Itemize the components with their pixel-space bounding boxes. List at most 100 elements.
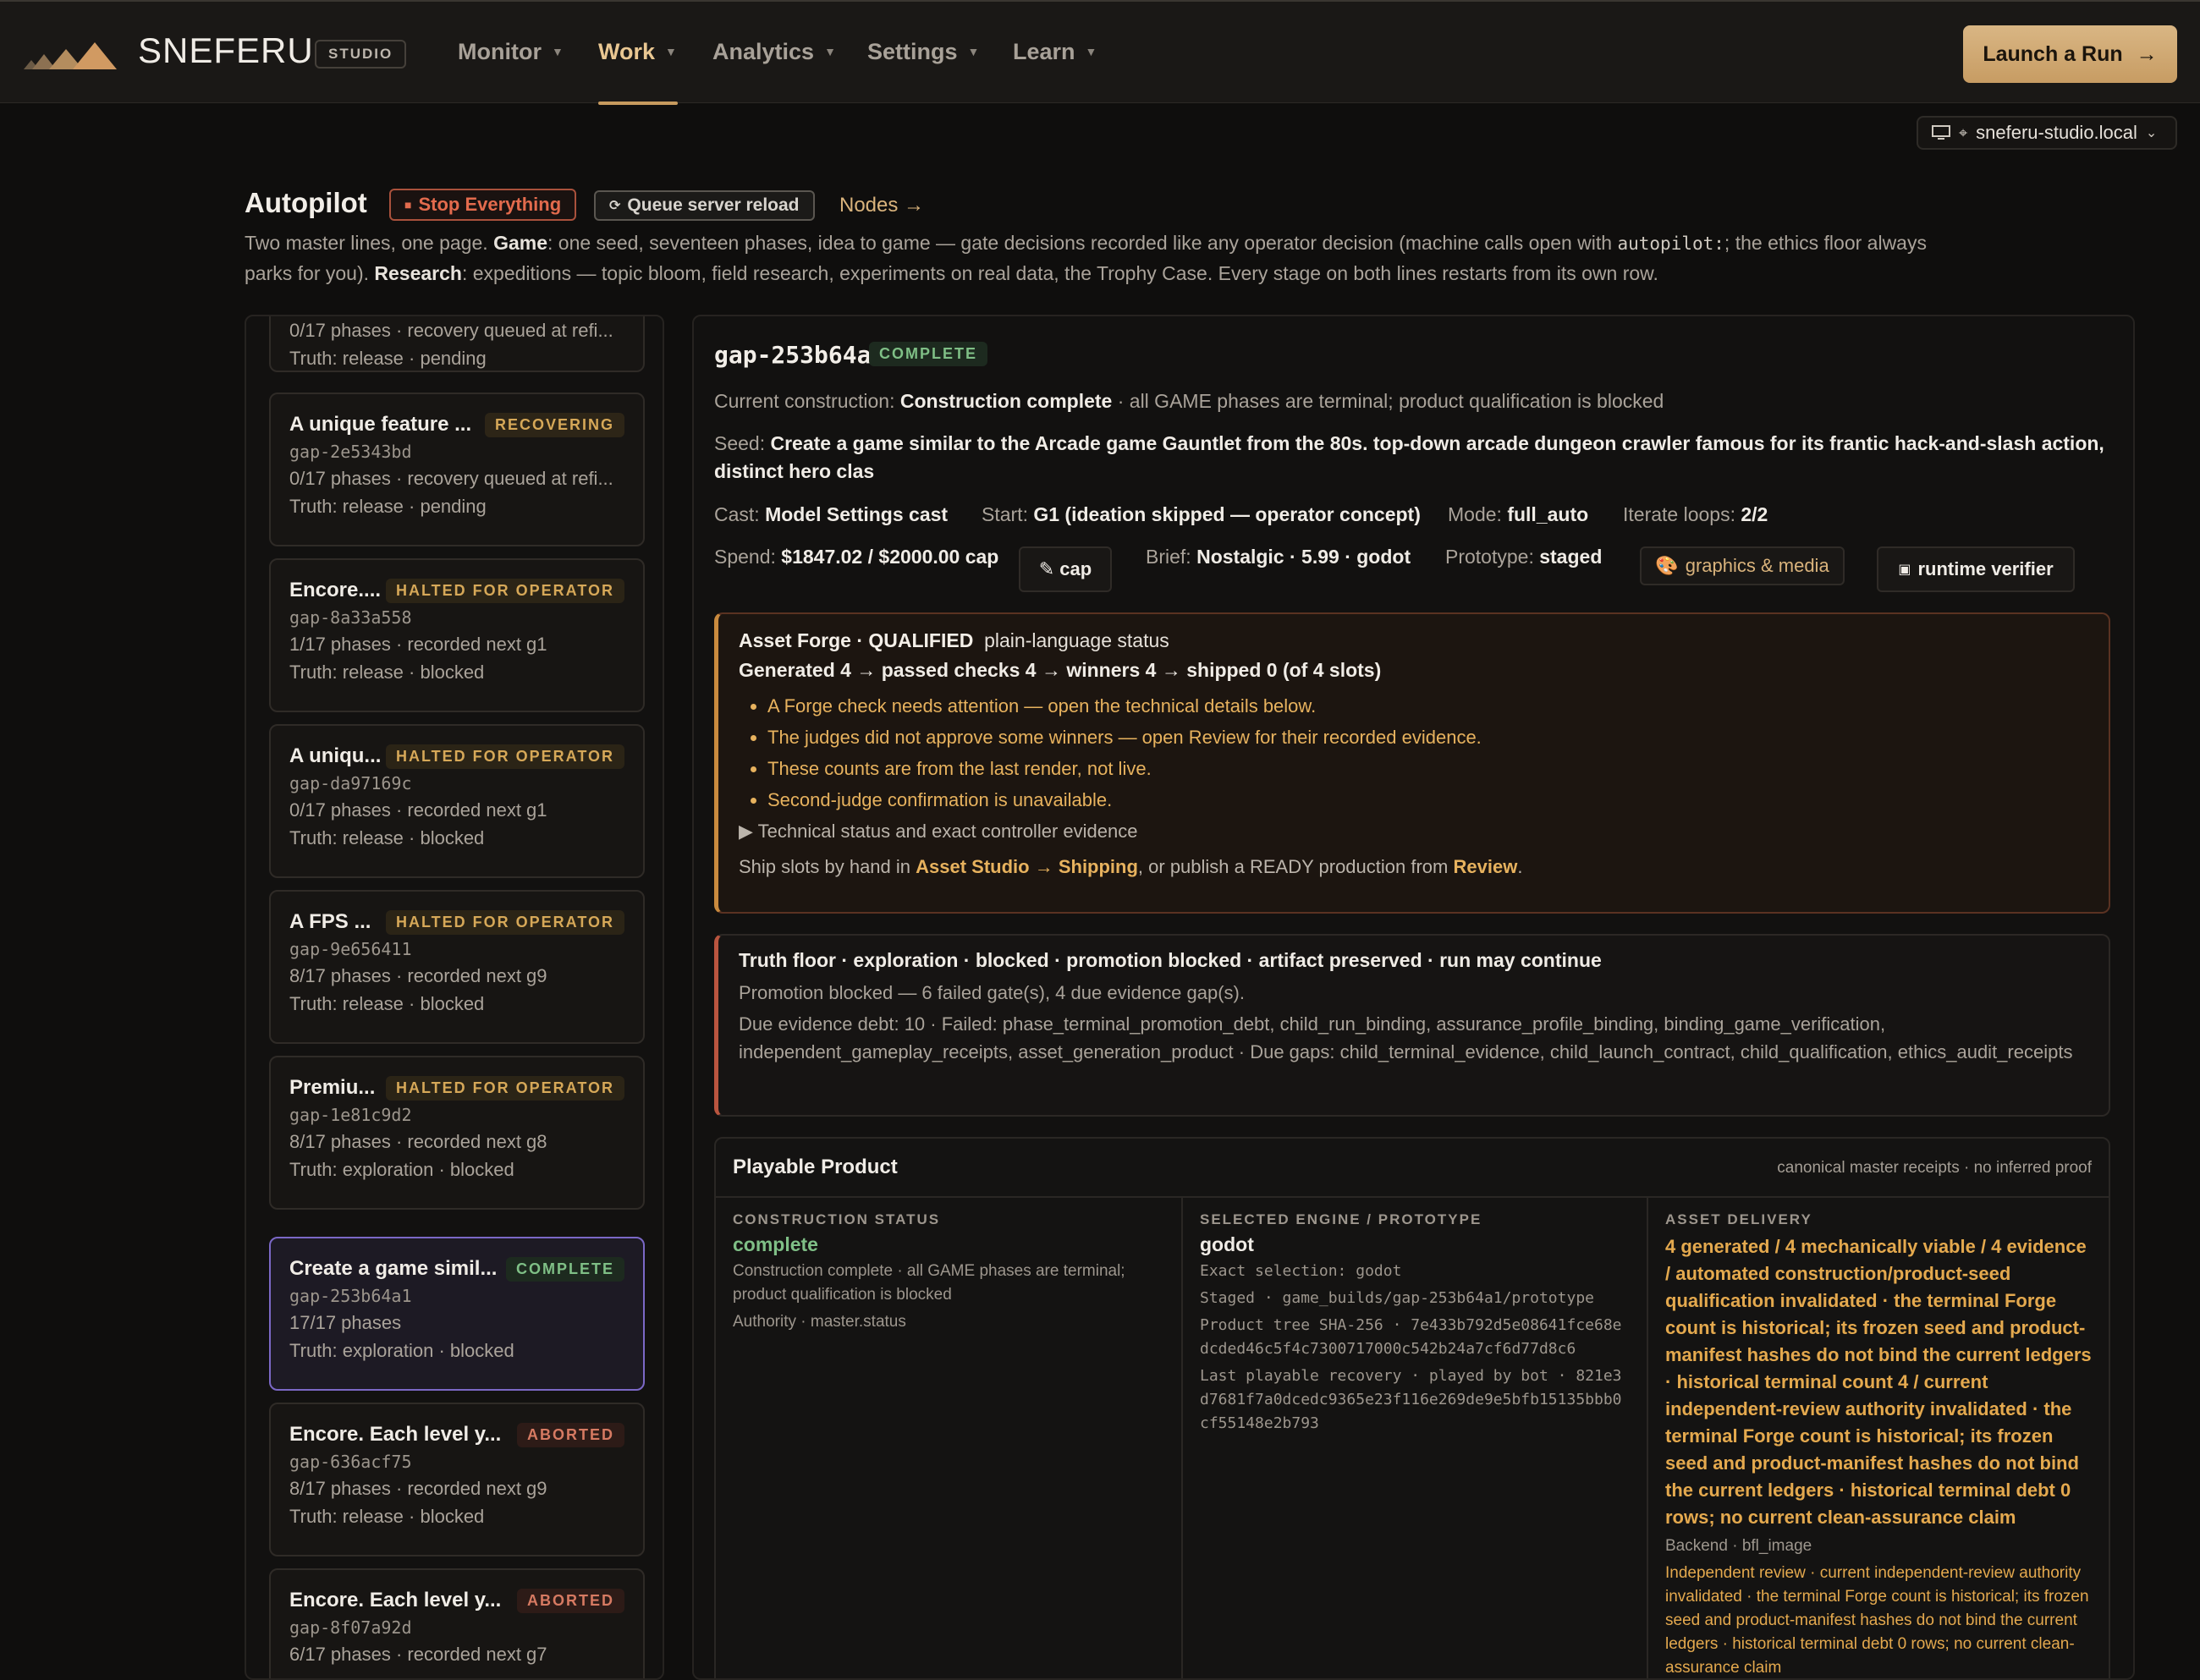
launch-run-button[interactable]: Launch a Run → [1963,25,2177,83]
run-id: gap-8a33a558 [289,607,412,628]
run-truth: Truth: release · pending [289,348,487,369]
arrow-right-icon: → [2136,41,2158,66]
forge-title: Asset Forge · QUALIFIED [739,629,974,651]
nav-work[interactable]: Work ▼ [598,39,677,65]
ship-text: Ship slots by hand in [739,856,916,877]
palette-icon: 🎨 [1655,555,1679,576]
run-card[interactable]: A uniqu... HALTED FOR OPERATOR gap-da971… [269,724,645,878]
run-title: Create a game simil... [289,1257,498,1280]
promotion-blocked-text: Promotion blocked — 6 failed gate(s), 4 … [739,982,1245,1003]
run-card[interactable]: A unique feature ... RECOVERING gap-2e53… [269,393,645,546]
intro-game: Game [493,232,547,254]
stop-everything-label: Stop Everything [418,194,562,215]
run-card[interactable]: Encore. Each level y... ABORTED gap-8f07… [269,1568,645,1678]
status-badge: HALTED FOR OPERATOR [386,578,624,603]
run-card[interactable]: Encore. Each level y... ABORTED gap-636a… [269,1403,645,1556]
truth-floor-panel: Truth floor · exploration · blocked · pr… [714,934,2110,1117]
mode-value: full_auto [1507,503,1589,525]
engine-label: SELECTED ENGINE / PROTOTYPE [1200,1211,1482,1227]
run-phase-status: 1/17 phases · recorded next g1 [289,634,547,655]
cast-label: Cast: [714,503,766,525]
run-truth: Truth: exploration · blocked [289,1340,514,1361]
intro-part: : expeditions — topic bloom, field resea… [461,262,1658,284]
construction-status-column: CONSTRUCTION STATUS complete Constructio… [716,1198,1181,1678]
graphics-media-label: graphics & media [1685,555,1829,576]
run-card-selected[interactable]: Create a game simil... COMPLETE gap-253b… [269,1237,645,1391]
construction-status-desc: Construction complete · all GAME phases … [733,1262,1125,1304]
run-list[interactable]: 0/17 phases · recovery queued at refi...… [245,315,664,1680]
cast-value: Model Settings cast [765,503,949,525]
construction-authority: Authority · master.status [733,1313,906,1331]
intro-research: Research [374,262,462,284]
stop-everything-button[interactable]: ■ Stop Everything [389,189,577,221]
edit-cap-button[interactable]: ✎ cap [1019,546,1112,592]
asset-backend: Backend · bfl_image [1665,1537,1812,1555]
asset-forge-panel: Asset Forge · QUALIFIED plain-language s… [714,612,2110,914]
brief-line: Brief: Nostalgic · 5.99 · godot [1146,543,1411,571]
spend-value: $1847.02 / $2000.00 cap [781,546,999,568]
nav-analytics-label: Analytics [712,39,815,64]
run-truth: Truth: release · blocked [289,1506,485,1527]
status-badge: HALTED FOR OPERATOR [386,909,624,935]
studio-badge: STUDIO [315,40,407,69]
start-line: Start: G1 (ideation skipped — operator c… [982,501,1421,529]
ship-text: . [1517,856,1523,877]
status-badge: ABORTED [517,1422,624,1447]
run-phase-status: 0/17 phases · recovery queued at refi... [289,320,613,341]
run-truth: Truth: release · pending [289,496,487,517]
playable-product-title: Playable Product [733,1156,898,1178]
host-selector[interactable]: ⌖ sneferu-studio.local ⌄ [1917,116,2177,150]
runtime-verifier-button[interactable]: ▣ runtime verifier [1877,546,2075,592]
forge-warnings: A Forge check needs attention — open the… [739,690,2088,815]
run-title: Premiu... [289,1076,376,1099]
run-truth: Truth: release · blocked [289,662,485,683]
run-card[interactable]: Premiu... HALTED FOR OPERATOR gap-1e81c9… [269,1056,645,1210]
seed-value: Create a game similar to the Arcade game… [714,432,2104,482]
run-card[interactable]: Encore.... HALTED FOR OPERATOR gap-8a33a… [269,558,645,712]
chevron-down-icon: ▼ [551,44,564,58]
stop-square-icon: ■ [404,198,412,211]
reload-icon: ⟳ [609,199,621,213]
iterate-value: 2/2 [1741,503,1768,525]
construction-label: Current construction: [714,390,900,412]
nav-settings[interactable]: Settings ▼ [867,39,979,65]
nav-monitor[interactable]: Monitor ▼ [458,39,564,65]
run-phase-status: 0/17 phases · recorded next g1 [289,799,547,821]
run-phase-status: 8/17 phases · recorded next g9 [289,965,547,986]
review-link[interactable]: Review [1453,856,1517,877]
run-title: A uniqu... [289,744,382,767]
cast-line: Cast: Model Settings cast [714,501,948,529]
run-card[interactable]: 0/17 phases · recovery queued at refi...… [269,316,645,372]
run-detail-id: gap-253b64a1 [714,341,886,369]
queue-reload-button[interactable]: ⟳ Queue server reload [594,190,815,221]
status-badge: HALTED FOR OPERATOR [386,1075,624,1101]
nav-analytics[interactable]: Analytics ▼ [712,39,836,65]
ship-text: , or publish a READY production from [1137,856,1454,877]
queue-reload-label: Queue server reload [627,195,800,215]
construction-status-label: CONSTRUCTION STATUS [733,1211,941,1227]
seed-line: Seed: Create a game similar to the Arcad… [714,430,2119,486]
staged-path: Staged · game_builds/gap-253b64a1/protot… [1200,1289,1594,1307]
forge-warning: A Forge check needs attention — open the… [767,690,2088,722]
chevron-down-icon: ▼ [824,44,836,58]
pyramid-logo-icon [24,42,117,69]
run-truth: Truth: exploration · blocked [289,1159,514,1180]
run-title: Encore. Each level y... [289,1423,502,1446]
asset-delivery-label: ASSET DELIVERY [1665,1211,1812,1227]
product-tree-sha: Product tree SHA-256 · 7e433b792d5e08641… [1200,1316,1622,1358]
graphics-media-button[interactable]: 🎨 graphics & media [1640,546,1845,585]
forge-pipeline-counts: Generated 4 → passed checks 4 → winners … [739,659,1382,681]
engine-value: godot [1200,1233,1254,1255]
truth-floor-header: Truth floor · exploration · blocked · pr… [739,949,1602,971]
forge-warning: These counts are from the last render, n… [767,753,2088,784]
run-card[interactable]: A FPS ... HALTED FOR OPERATOR gap-9e6564… [269,890,645,1044]
technical-status-disclosure[interactable]: ▶ Technical status and exact controller … [739,821,2088,843]
run-id: gap-1e81c9d2 [289,1105,412,1125]
asset-studio-shipping-link[interactable]: Asset Studio → Shipping [916,856,1138,877]
run-truth: Truth: release · blocked [289,993,485,1014]
nav-learn[interactable]: Learn ▼ [1013,39,1097,65]
forge-header: Asset Forge · QUALIFIED plain-language s… [739,629,2088,652]
prototype-line: Prototype: staged [1445,543,1602,571]
nodes-link[interactable]: Nodes → [839,194,924,217]
mode-label: Mode: [1448,503,1508,525]
